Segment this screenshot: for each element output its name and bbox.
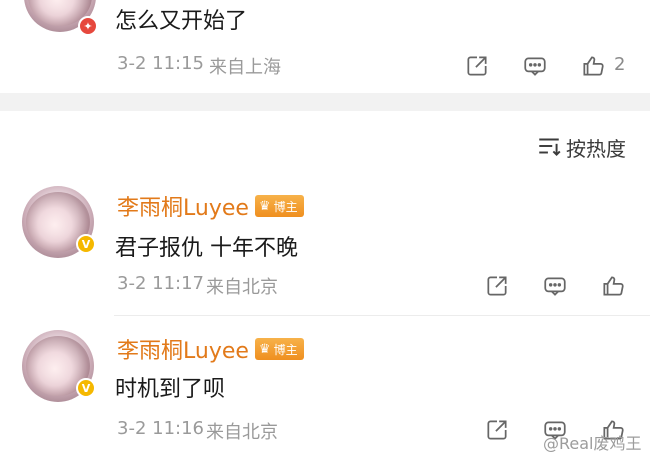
username[interactable]: 李雨桐Luyee (117, 190, 249, 222)
avatar[interactable]: V (22, 330, 96, 402)
like-count: 2 (614, 54, 626, 75)
watermark: @Real废鸡王 (543, 434, 642, 453)
avatar[interactable]: V (22, 186, 96, 258)
verified-badge-icon: V (76, 234, 96, 254)
username[interactable]: 李雨桐Luyee (117, 333, 249, 365)
comment-time: 3-2 11:17 (117, 273, 204, 294)
blogger-badge: ♛ 博主 (254, 338, 304, 360)
like-icon[interactable] (579, 52, 607, 80)
blogger-badge: ♛ 博主 (254, 195, 304, 217)
sort-lines-icon[interactable] (535, 132, 563, 160)
crown-icon: ♛ (258, 198, 271, 214)
comment-header: 李雨桐Luyee ♛ 博主 (117, 190, 304, 222)
comment-text: 君子报仇 十年不晚 (115, 236, 298, 261)
comment-header: 李雨桐Luyee ♛ 博主 (117, 333, 304, 365)
share-icon[interactable] (463, 52, 491, 80)
blogger-badge-label: 博主 (273, 199, 298, 214)
like-icon[interactable] (599, 272, 627, 300)
comment-location: 来自北京 (206, 277, 278, 298)
member-badge-icon: ✦ (78, 16, 98, 36)
comment-icon[interactable] (521, 52, 549, 80)
comment-location: 来自北京 (206, 422, 278, 443)
blogger-badge-label: 博主 (273, 342, 298, 357)
sort-by-hot-button[interactable]: 按热度 (566, 133, 626, 162)
avatar[interactable]: ✦ (24, 0, 98, 36)
verified-badge-icon: V (76, 378, 96, 398)
crown-icon: ♛ (258, 341, 271, 357)
share-icon[interactable] (483, 272, 511, 300)
comment-icon[interactable] (541, 272, 569, 300)
reply-divider (114, 315, 650, 316)
section-divider (0, 93, 650, 111)
comment-text: 时机到了呗 (115, 377, 226, 402)
comment-time: 3-2 11:15 (117, 53, 204, 74)
share-icon[interactable] (483, 416, 511, 444)
comment-text: 怎么又开始了 (115, 9, 248, 34)
comment-location: 来自上海 (209, 57, 281, 78)
comment-time: 3-2 11:16 (117, 418, 204, 439)
